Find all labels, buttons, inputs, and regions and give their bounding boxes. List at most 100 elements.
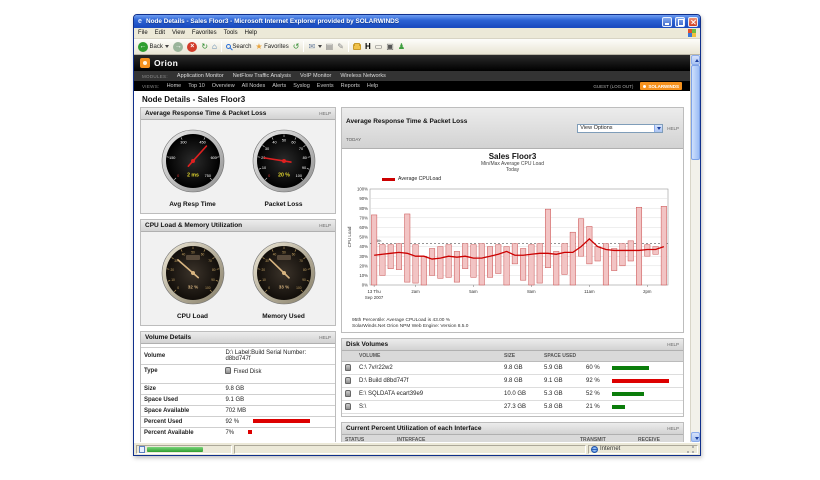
disk-icon [345,390,351,397]
svg-text:100: 100 [295,174,301,178]
view-options-select[interactable]: View Options [577,124,663,133]
back-button[interactable]: ←Back [138,42,169,52]
folder-button[interactable] [353,44,361,50]
stop-button[interactable]: × [187,42,197,52]
print-button[interactable]: ▤ [326,42,334,52]
space-used-bar [612,405,625,409]
svg-text:60: 60 [291,253,295,257]
percent-bar [248,430,252,434]
menu-edit[interactable]: Edit [155,30,165,36]
cpu-load-gauge-dial: 0102030405060708090100 32 % [160,240,226,306]
disk-icon [345,377,351,384]
help-link[interactable]: HELP [667,426,679,431]
menu-help[interactable]: Help [245,30,257,36]
orion-logo-icon [140,58,150,68]
search-button[interactable]: Search [226,44,252,50]
scrollbar-thumb[interactable] [691,65,700,160]
svg-text:2am: 2am [411,289,420,294]
history-button[interactable]: ↺ [293,42,300,52]
svg-text:50: 50 [281,138,285,142]
disk-volume-row[interactable]: E:\ SQLDATA ecart39e910.0 GB5.3 GB52 % [342,388,683,401]
help-link[interactable]: HELP [319,335,331,340]
module-wireless-networks[interactable]: Wireless Networks [340,73,386,79]
home-button[interactable]: ⌂ [212,42,217,52]
module-application-monitor[interactable]: Application Monitor [177,73,224,79]
panel-title: CPU Load & Memory Utilization [145,222,242,229]
module-netflow-traffic-analysis[interactable]: NetFlow Traffic Analysis [233,73,291,79]
forward-button[interactable]: → [173,42,183,52]
mail-button-icon: ✉ [308,42,315,52]
scroll-up-icon[interactable] [691,55,700,65]
disk-volume-row[interactable]: D:\ Build d8bd747f9.8 GB9.1 GB92 % [342,375,683,388]
view-help[interactable]: Help [367,83,378,89]
html-editor-button-icon: H [365,42,371,52]
menu-file[interactable]: File [138,30,148,36]
svg-text:70: 70 [208,259,212,263]
view-home[interactable]: Home [167,83,182,89]
logout-link[interactable]: GUEST (LOG OUT) [593,84,633,89]
space-used-bar [612,366,649,370]
svg-text:90: 90 [211,278,215,282]
volume-detail-row: Size9.8 GB [141,383,335,394]
help-link[interactable]: HELP [667,342,679,347]
view-top-10[interactable]: Top 10 [188,83,205,89]
disk-volume-row[interactable]: C:\ 7v/r22w29.8 GB5.9 GB60 % [342,362,683,375]
browser-toolbar: ←Back → × ↻ ⌂ Search★Favorites ↺ ✉ ▤✎ H ▭▣ ♟ [134,39,700,55]
svg-text:90: 90 [301,166,305,170]
svg-text:70: 70 [298,147,302,151]
forward-button-icon: → [173,42,183,52]
scroll-down-icon[interactable] [691,432,700,442]
svg-text:10: 10 [171,278,175,282]
close-button[interactable] [688,17,698,27]
svg-text:32 %: 32 % [187,285,197,290]
refresh-button[interactable]: ↻ [201,42,208,52]
view-events[interactable]: Events [317,83,334,89]
discuss-button-icon: ♟ [398,42,405,52]
cpu-load-gauge-label: CPU Load [160,313,226,320]
svg-text:90: 90 [302,278,306,282]
help-link[interactable]: HELP [667,126,679,131]
solarwinds-badge: SOLARWINDS [640,82,682,90]
title-bar[interactable]: e Node Details - Sales Floor3 - Microsof… [134,15,700,28]
browser-window: e Node Details - Sales Floor3 - Microsof… [133,14,701,456]
help-link[interactable]: HELP [319,223,331,228]
legend-swatch [382,178,395,181]
svg-text:600: 600 [210,156,216,160]
view-alerts[interactable]: Alerts [272,83,286,89]
favorites-button[interactable]: ★Favorites [255,42,288,52]
view-overview[interactable]: Overview [212,83,235,89]
svg-text:30: 30 [264,147,268,151]
svg-text:30%: 30% [359,254,368,259]
discuss-button[interactable]: ♟ [398,42,405,52]
menu-tools[interactable]: Tools [224,30,238,36]
mail-button[interactable]: ✉ [308,42,321,52]
vertical-scrollbar[interactable] [690,55,700,442]
restore-button[interactable] [675,17,685,27]
disk-icon [225,367,231,374]
menu-favorites[interactable]: Favorites [192,30,217,36]
menu-view[interactable]: View [172,30,185,36]
html-editor-button[interactable]: H [365,42,371,52]
help-link[interactable]: HELP [319,111,331,116]
panel-period: TODAY [346,137,361,142]
view-reports[interactable]: Reports [341,83,360,89]
view-all-nodes[interactable]: All Nodes [242,83,266,89]
edit-button[interactable]: ✎ [337,42,344,52]
disk-volume-row[interactable]: S:\27.3 GB5.8 GB21 % [342,401,683,414]
view-syslog[interactable]: Syslog [293,83,310,89]
orion-brand: Orion [154,58,178,68]
svg-text:100: 100 [205,286,211,290]
resize-grip[interactable] [686,445,695,454]
messenger-button[interactable]: ▭ [375,42,383,52]
svg-text:40: 40 [181,253,185,257]
window-title: Node Details - Sales Floor3 - Microsoft … [146,18,659,25]
toolbar-separator [303,41,304,52]
module-voip-monitor[interactable]: VoIP Monitor [300,73,331,79]
volume-detail-row: Space Available702 MB [141,405,335,416]
media-button-icon: ▣ [386,42,394,52]
disk-icon [345,403,351,410]
svg-text:80%: 80% [359,206,368,211]
media-button[interactable]: ▣ [386,42,394,52]
chevron-down-icon [654,125,662,132]
minimize-button[interactable] [662,17,672,27]
